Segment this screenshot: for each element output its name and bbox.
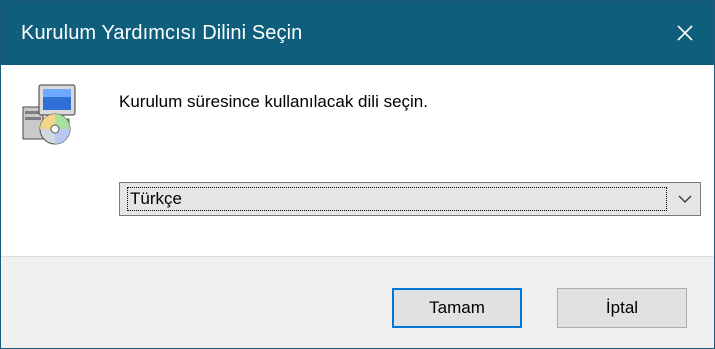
language-select[interactable]: Türkçe — [119, 182, 701, 216]
chevron-down-icon[interactable] — [678, 194, 692, 204]
window-title: Kurulum Yardımcısı Dilini Seçin — [21, 22, 303, 44]
setup-installer-icon — [22, 84, 76, 145]
title-bar[interactable]: Kurulum Yardımcısı Dilini Seçin — [1, 1, 714, 65]
instruction-text: Kurulum süresince kullanılacak dili seçi… — [119, 92, 428, 111]
language-dialog-window: Kurulum Yardımcısı Dilini Seçin Kurulum … — [0, 0, 715, 349]
language-select-focus: Türkçe — [127, 187, 667, 211]
ok-button[interactable]: Tamam — [392, 288, 522, 328]
dialog-footer: Tamam İptal — [1, 256, 714, 348]
close-icon — [677, 25, 693, 41]
close-button[interactable] — [656, 1, 714, 65]
dialog-content: Kurulum süresince kullanılacak dili seçi… — [1, 65, 714, 256]
selected-language: Türkçe — [130, 189, 182, 208]
cancel-button[interactable]: İptal — [557, 288, 687, 328]
